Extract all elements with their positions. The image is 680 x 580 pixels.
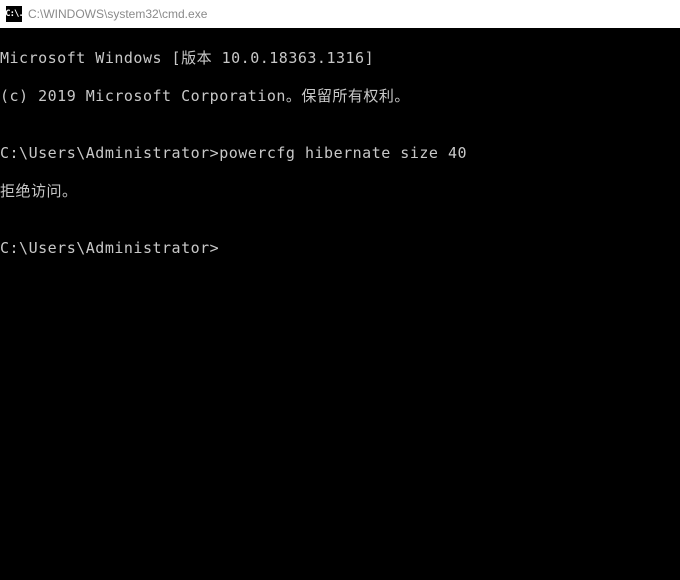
title-bar[interactable]: C:\. C:\WINDOWS\system32\cmd.exe [0, 0, 680, 28]
window-title: C:\WINDOWS\system32\cmd.exe [28, 7, 207, 21]
terminal-area[interactable]: Microsoft Windows [版本 10.0.18363.1316] (… [0, 28, 680, 580]
prompt-1: C:\Users\Administrator> [0, 144, 219, 162]
prompt-2: C:\Users\Administrator> [0, 239, 219, 257]
active-prompt-line[interactable]: C:\Users\Administrator> [0, 239, 680, 258]
version-line: Microsoft Windows [版本 10.0.18363.1316] [0, 49, 680, 68]
cmd-icon: C:\. [6, 6, 22, 22]
response-line-1: 拒绝访问。 [0, 182, 680, 201]
copyright-line: (c) 2019 Microsoft Corporation。保留所有权利。 [0, 87, 680, 106]
command-line-1: C:\Users\Administrator>powercfg hibernat… [0, 144, 680, 163]
executed-command-1: powercfg hibernate size 40 [219, 144, 467, 162]
cmd-icon-text: C:\. [5, 9, 23, 19]
